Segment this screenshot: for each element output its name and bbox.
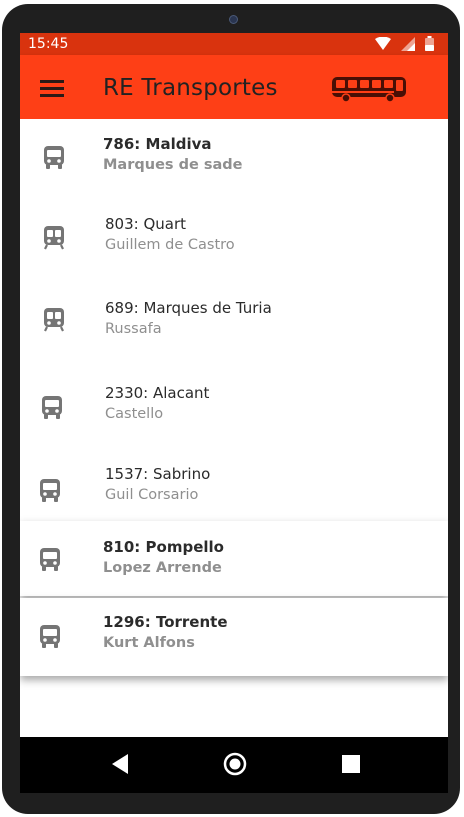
list-item[interactable]: 2330: Alacant Castello [20, 360, 448, 445]
recents-icon[interactable] [340, 751, 362, 777]
route-title: 2330: Alacant [105, 384, 210, 402]
camera-icon [229, 15, 238, 24]
route-subtitle: Guillem de Castro [105, 237, 235, 253]
signal-icon [401, 36, 415, 51]
list-item[interactable]: 1537: Sabrino Guil Corsario [20, 445, 448, 521]
list-item[interactable]: 803: Quart Guillem de Castro [20, 196, 448, 278]
route-title: 689: Marques de Turia [105, 299, 272, 317]
status-icons [375, 36, 434, 51]
route-title: 1296: Torrente [103, 613, 228, 631]
tram-icon [44, 226, 64, 250]
bus-icon [40, 548, 60, 571]
navigation-bar [20, 737, 448, 793]
list-item[interactable]: 786: Maldiva Marques de sade [20, 119, 448, 197]
list-item[interactable]: 1296: Torrente Kurt Alfons [20, 598, 448, 676]
route-subtitle: Kurt Alfons [103, 635, 195, 651]
bus-icon [42, 396, 62, 419]
home-icon[interactable] [222, 751, 248, 777]
status-time: 15:45 [28, 36, 69, 52]
app-bar: RE Transportes [20, 55, 448, 119]
bus-icon [40, 479, 60, 502]
device-frame: 15:45 RE Transportes 786: Maldiva Marque… [2, 4, 460, 814]
hamburger-menu-icon[interactable] [38, 77, 66, 99]
wifi-icon [375, 36, 391, 50]
screen: 15:45 RE Transportes 786: Maldiva Marque… [20, 33, 448, 793]
bus-icon [332, 77, 406, 103]
battery-icon [425, 36, 434, 51]
bus-icon [44, 146, 64, 169]
list-item[interactable]: 689: Marques de Turia Russafa [20, 278, 448, 360]
status-bar: 15:45 [20, 33, 448, 55]
route-title: 1537: Sabrino [105, 465, 211, 483]
route-subtitle: Castello [105, 406, 164, 422]
back-icon[interactable] [109, 751, 131, 777]
route-subtitle: Guil Corsario [105, 487, 199, 503]
route-subtitle: Marques de sade [103, 157, 243, 173]
route-title: 810: Pompello [103, 538, 224, 556]
route-title: 786: Maldiva [103, 135, 212, 153]
app-title: RE Transportes [103, 75, 278, 101]
list-item[interactable]: 810: Pompello Lopez Arrende [20, 521, 448, 596]
route-subtitle: Russafa [105, 321, 162, 337]
route-title: 803: Quart [105, 215, 187, 233]
bus-icon [40, 625, 60, 648]
tram-icon [44, 308, 64, 332]
route-subtitle: Lopez Arrende [103, 560, 222, 576]
